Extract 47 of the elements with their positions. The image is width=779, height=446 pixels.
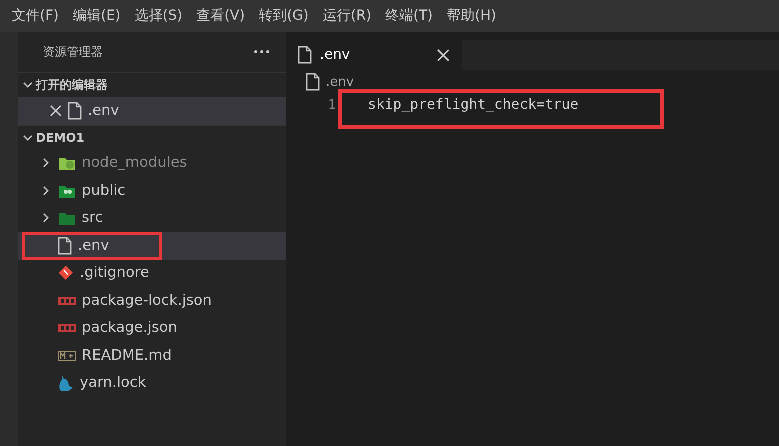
tree-item[interactable]: README.md [18, 342, 286, 370]
close-icon[interactable] [437, 48, 450, 62]
menu-item[interactable]: 选择(S) [128, 7, 189, 25]
menu-item[interactable]: 终端(T) [380, 7, 440, 25]
tree-item[interactable]: yarn.lock [18, 370, 286, 397]
tree-item[interactable]: .gitignore [18, 260, 286, 287]
npm-icon [58, 296, 76, 305]
file-icon [298, 46, 312, 64]
line-number: 1 [327, 98, 337, 112]
section-title[interactable]: 打开的编辑器 [36, 76, 108, 94]
file-name: package.json [82, 320, 178, 336]
tree-item[interactable]: src [18, 204, 286, 232]
file-name: README.md [82, 348, 172, 364]
file-name: node_modules [82, 155, 188, 172]
tree-item[interactable]: package.json [18, 314, 286, 342]
section-title[interactable]: DEMO1 [36, 130, 85, 144]
open-editor-item[interactable]: .env [18, 97, 286, 124]
file-name: public [82, 182, 126, 199]
more-icon[interactable] [254, 50, 270, 54]
editor-tab[interactable]: .env [286, 40, 462, 70]
menu-item[interactable]: 转到(G) [253, 7, 315, 25]
file-icon [58, 236, 72, 255]
file-name: .gitignore [80, 265, 150, 282]
menu-item[interactable]: 帮助(H) [441, 7, 502, 25]
menu-item[interactable]: 文件(F) [6, 7, 65, 25]
file-icon [68, 102, 82, 120]
breadcrumb-item[interactable]: .env [326, 74, 354, 90]
npm-icon [58, 324, 76, 332]
file-name: yarn.lock [80, 375, 146, 392]
tree-item[interactable]: .env [18, 232, 286, 260]
tree-item[interactable]: public [18, 177, 286, 204]
file-name: .env [88, 102, 120, 119]
menu-item[interactable]: 查看(V) [190, 7, 252, 25]
markdown-icon [58, 350, 76, 361]
folder-icon [58, 210, 76, 226]
file-name: package-lock.json [82, 292, 212, 309]
folder-icon [58, 155, 76, 172]
file-icon [306, 73, 320, 91]
file-name: src [82, 210, 104, 226]
tree-item[interactable]: node_modules [18, 150, 286, 177]
sidebar-title: 资源管理器 [43, 44, 103, 60]
menu-item[interactable]: 运行(R) [316, 7, 378, 25]
code-line: skip_preflight_check=true [368, 97, 579, 113]
menu-item[interactable]: 编辑(E) [66, 7, 127, 25]
close-icon[interactable] [50, 104, 62, 117]
file-name: .env [78, 238, 110, 254]
tree-item[interactable]: package-lock.json [18, 287, 286, 314]
